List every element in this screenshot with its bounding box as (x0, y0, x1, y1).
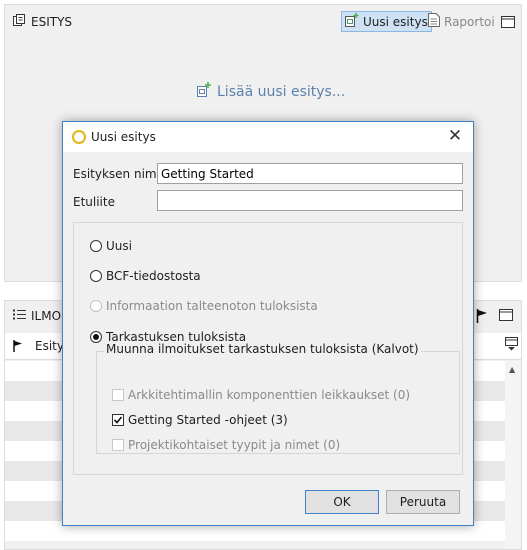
maximize-panel-icon[interactable] (498, 11, 518, 32)
checkbox-checked[interactable] (112, 414, 124, 426)
vertical-scrollbar[interactable]: ▲ (505, 361, 521, 549)
presentation-name-input[interactable] (157, 163, 463, 184)
radio-button[interactable] (90, 240, 102, 252)
checkbox (112, 439, 124, 451)
checkbox-getting-started[interactable]: Getting Started -ohjeet (3) (112, 413, 288, 427)
checkbox-architect-model: Arkkitehtimallin komponenttien leikkauks… (112, 388, 410, 402)
panel-title-text: ESITYS (31, 15, 73, 29)
ok-button[interactable]: OK (305, 490, 379, 514)
new-presentation-button[interactable]: Uusi esitys (341, 11, 432, 32)
prefix-label: Etuliite (73, 195, 115, 209)
radio-button[interactable] (90, 270, 102, 282)
radio-bcf-file[interactable]: BCF-tiedostosta (90, 269, 201, 283)
flag-icon[interactable] (476, 309, 488, 326)
app-logo-icon (72, 130, 86, 144)
group-title: Muunna ilmoitukset tarkastuksen tuloksis… (104, 342, 421, 356)
radio-button (90, 300, 102, 312)
add-presentation-icon (197, 82, 211, 101)
panel-header: ESITYS Uusi esitys Raportoi (5, 5, 521, 35)
dialog-title: Uusi esitys (91, 130, 156, 144)
new-presentation-icon (345, 13, 359, 30)
scroll-up-icon[interactable]: ▲ (509, 365, 515, 374)
close-icon[interactable]: ✕ (445, 126, 465, 146)
maximize-issues-icon[interactable] (499, 309, 513, 324)
presentation-icon (13, 14, 26, 30)
report-icon (428, 13, 440, 30)
column-flag-icon (13, 340, 23, 355)
source-options-box: Uusi BCF-tiedostosta Informaation taltee… (73, 222, 463, 475)
checkbox-project-types: Projektikohtaiset tyypit ja nimet (0) (112, 438, 340, 452)
new-presentation-dialog: Uusi esitys ✕ Esityksen nimi Etuliite Uu… (62, 121, 474, 526)
name-label: Esityksen nimi (73, 167, 160, 181)
cancel-button[interactable]: Peruuta (386, 490, 460, 514)
column-chooser-icon[interactable] (505, 337, 518, 354)
report-button[interactable]: Raportoi (425, 11, 498, 32)
checkbox (112, 389, 124, 401)
prefix-input[interactable] (157, 190, 463, 211)
panel-title: ESITYS (13, 14, 72, 30)
issues-panel-title: ILMO (13, 309, 61, 323)
list-icon (13, 309, 26, 323)
radio-button-selected[interactable] (90, 331, 102, 343)
add-presentation-link[interactable]: Lisää uusi esitys... (197, 82, 345, 101)
dialog-titlebar[interactable]: Uusi esitys ✕ (63, 122, 473, 152)
radio-new[interactable]: Uusi (90, 239, 132, 253)
radio-information-takeoff: Informaation talteenoton tuloksista (90, 299, 318, 313)
